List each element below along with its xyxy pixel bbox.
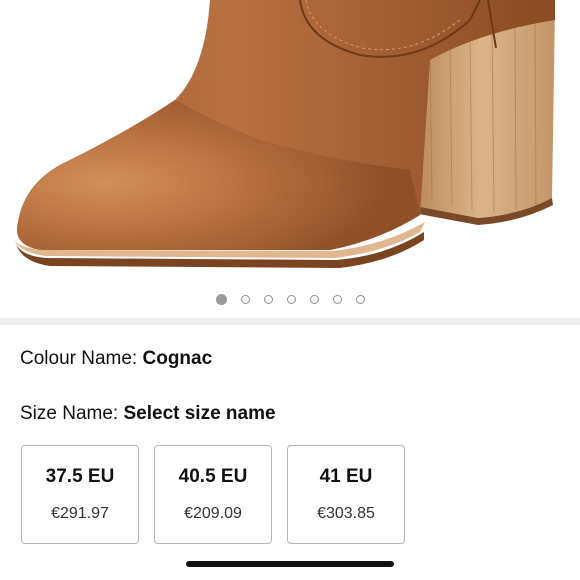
carousel-dot[interactable] bbox=[355, 294, 365, 304]
carousel-dot[interactable] bbox=[286, 294, 296, 304]
size-option-button[interactable]: 37.5 EU €291.97 bbox=[21, 445, 139, 544]
size-option-label: 40.5 EU bbox=[178, 466, 248, 487]
colour-name-label: Colour Name: bbox=[20, 348, 138, 369]
size-options: 37.5 EU €291.97 40.5 EU €209.09 41 EU €3… bbox=[21, 445, 405, 544]
size-option-label: 41 EU bbox=[319, 466, 373, 487]
image-carousel-dots[interactable] bbox=[0, 282, 580, 316]
size-option-label: 37.5 EU bbox=[45, 466, 115, 487]
carousel-dot[interactable] bbox=[309, 294, 319, 304]
size-name-value: Select size name bbox=[123, 403, 276, 424]
carousel-dot[interactable] bbox=[263, 294, 273, 304]
section-divider bbox=[0, 318, 580, 325]
carousel-dot[interactable] bbox=[240, 294, 250, 304]
carousel-dot[interactable] bbox=[332, 294, 342, 304]
size-option-button[interactable]: 40.5 EU €209.09 bbox=[154, 445, 272, 544]
product-detail-page: Colour Name: Cognac Size Name: Select si… bbox=[0, 0, 580, 580]
boot-illustration bbox=[0, 0, 580, 282]
carousel-dot-active[interactable] bbox=[215, 293, 227, 305]
colour-name-row: Colour Name: Cognac bbox=[20, 348, 212, 370]
size-name-label: Size Name: bbox=[20, 403, 119, 424]
size-option-price: €209.09 bbox=[184, 505, 242, 522]
size-option-price: €291.97 bbox=[51, 505, 109, 522]
colour-name-value: Cognac bbox=[142, 348, 213, 369]
size-option-price: €303.85 bbox=[317, 505, 375, 522]
size-name-row: Size Name: Select size name bbox=[20, 403, 276, 425]
home-indicator[interactable] bbox=[186, 561, 394, 567]
size-option-button[interactable]: 41 EU €303.85 bbox=[287, 445, 405, 544]
product-image[interactable] bbox=[0, 0, 580, 282]
